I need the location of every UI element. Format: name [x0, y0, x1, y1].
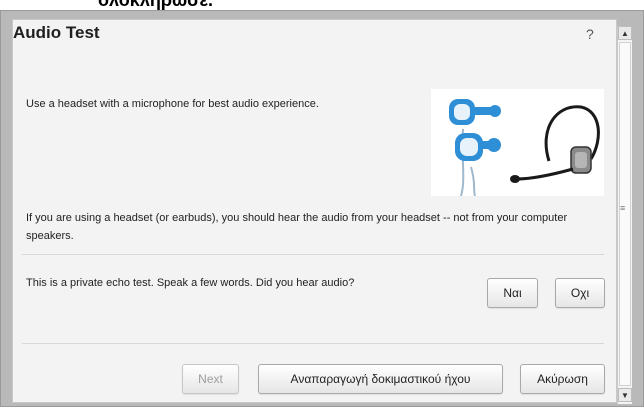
intro-text: Use a headset with a microphone for best…	[26, 98, 319, 110]
separator	[22, 254, 604, 255]
next-button[interactable]: Next	[182, 364, 239, 394]
vertical-scrollbar[interactable]: ▲ ▼	[617, 26, 632, 404]
footer-separator	[22, 343, 604, 344]
play-test-sound-button[interactable]: Αναπαραγωγή δοκιμαστικού ήχου	[258, 364, 503, 394]
yes-button[interactable]: Ναι	[487, 278, 538, 308]
arrow-down-icon[interactable]: ▼	[618, 388, 632, 402]
cancel-button[interactable]: Ακύρωση	[520, 364, 605, 394]
grip-icon: ≡	[620, 203, 626, 213]
headset-illustration	[449, 99, 600, 197]
dialog-title: Audio Test	[13, 23, 100, 42]
scroll-thumb[interactable]	[619, 42, 631, 386]
echo-question-text: This is a private echo test. Speak a few…	[26, 277, 355, 289]
no-button[interactable]: Οχι	[555, 278, 605, 308]
help-icon[interactable]: ?	[586, 26, 594, 42]
headset-image	[431, 89, 604, 197]
instruction-text: If you are using a headset (or earbuds),…	[26, 212, 568, 242]
arrow-up-icon[interactable]: ▲	[618, 26, 632, 40]
